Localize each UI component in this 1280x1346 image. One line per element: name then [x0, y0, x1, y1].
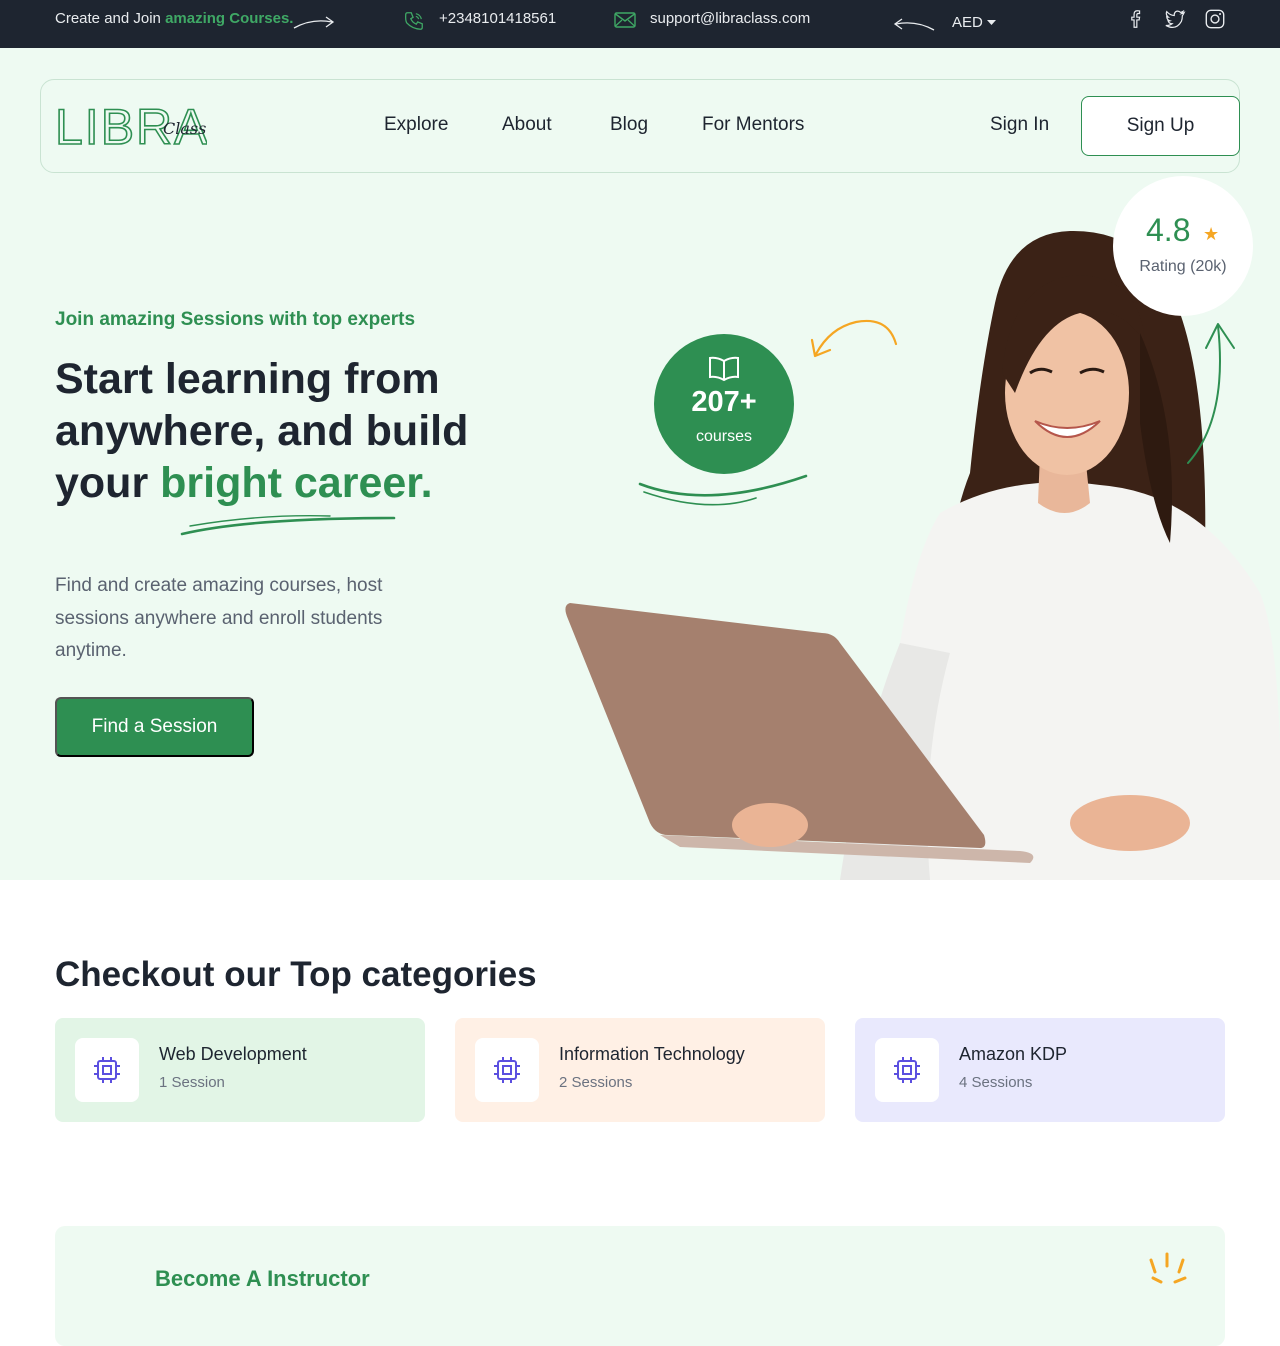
caret-down-icon: [986, 19, 996, 25]
nav-for-mentors[interactable]: For Mentors: [702, 114, 804, 136]
become-instructor-banner: Become A Instructor: [55, 1226, 1225, 1346]
upward-arrow-decoration: [1187, 323, 1235, 464]
nav-explore[interactable]: Explore: [384, 114, 448, 136]
sign-in-link[interactable]: Sign In: [990, 114, 1049, 136]
arrow-right-icon: [293, 16, 335, 29]
rating-badge: 4.8 ★ Rating (20k): [1113, 176, 1253, 316]
phone-icon: [404, 12, 423, 30]
hero-kicker: Join amazing Sessions with top experts: [55, 309, 416, 330]
category-count: 2 Sessions: [559, 1074, 633, 1091]
chip-icon: [894, 1057, 920, 1083]
category-card-information-technology[interactable]: Information Technology 2 Sessions: [455, 1018, 825, 1122]
facebook-icon[interactable]: [1124, 8, 1146, 30]
headline-accent: bright career.: [160, 459, 433, 507]
sparkle-decoration: [1149, 1252, 1187, 1284]
nav-about[interactable]: About: [502, 114, 552, 136]
promo-text: Create and Join amazing Courses.: [55, 10, 293, 27]
instructor-title: Become A Instructor: [155, 1266, 370, 1291]
nav-blog[interactable]: Blog: [610, 114, 648, 136]
category-name: Web Development: [159, 1044, 307, 1064]
category-icon-box: [875, 1038, 939, 1102]
sign-up-button[interactable]: Sign Up: [1081, 96, 1240, 156]
category-count: 4 Sessions: [959, 1074, 1033, 1091]
arrow-left-icon: [893, 18, 935, 31]
chip-icon: [94, 1057, 120, 1083]
categories-title: Checkout our Top categories: [55, 955, 537, 994]
find-session-button[interactable]: Find a Session: [55, 697, 254, 757]
email-link[interactable]: support@libraclass.com: [650, 10, 810, 27]
rating-value: 4.8: [1146, 212, 1191, 248]
hero-description: Find and create amazing courses, host se…: [55, 575, 383, 661]
underline-swoosh: [180, 515, 396, 536]
category-card-web-development[interactable]: Web Development 1 Session: [55, 1018, 425, 1122]
category-icon-box: [475, 1038, 539, 1102]
star-icon: ★: [1203, 224, 1220, 244]
promo-prefix: Create and Join: [55, 10, 161, 27]
mail-icon: [614, 12, 636, 28]
promo-highlight: amazing Courses.: [165, 10, 294, 27]
rating-count: Rating (20k): [1139, 258, 1227, 275]
currency-value: AED: [952, 14, 983, 31]
currency-selector[interactable]: AED: [952, 14, 996, 31]
category-name: Amazon KDP: [959, 1044, 1068, 1064]
hero-section: LIBRA Class Explore About Blog For Mento…: [0, 48, 1280, 880]
twitter-icon[interactable]: [1164, 8, 1186, 30]
hero-headline: Start learning from anywhere, and build …: [55, 353, 525, 509]
top-bar: Create and Join amazing Courses. +234810…: [0, 0, 1280, 48]
hero-woman-image: [565, 230, 1280, 880]
category-icon-box: [75, 1038, 139, 1102]
category-card-amazon-kdp[interactable]: Amazon KDP 4 Sessions: [855, 1018, 1225, 1122]
libra-class-logo[interactable]: LIBRA Class: [54, 98, 208, 156]
category-count: 1 Session: [159, 1074, 225, 1091]
category-name: Information Technology: [559, 1044, 745, 1064]
phone-link[interactable]: +2348101418561: [439, 10, 556, 27]
instagram-icon[interactable]: [1204, 8, 1226, 30]
main-navbar: LIBRA Class Explore About Blog For Mento…: [40, 79, 1240, 173]
chip-icon: [494, 1057, 520, 1083]
svg-text:Class: Class: [163, 119, 206, 138]
